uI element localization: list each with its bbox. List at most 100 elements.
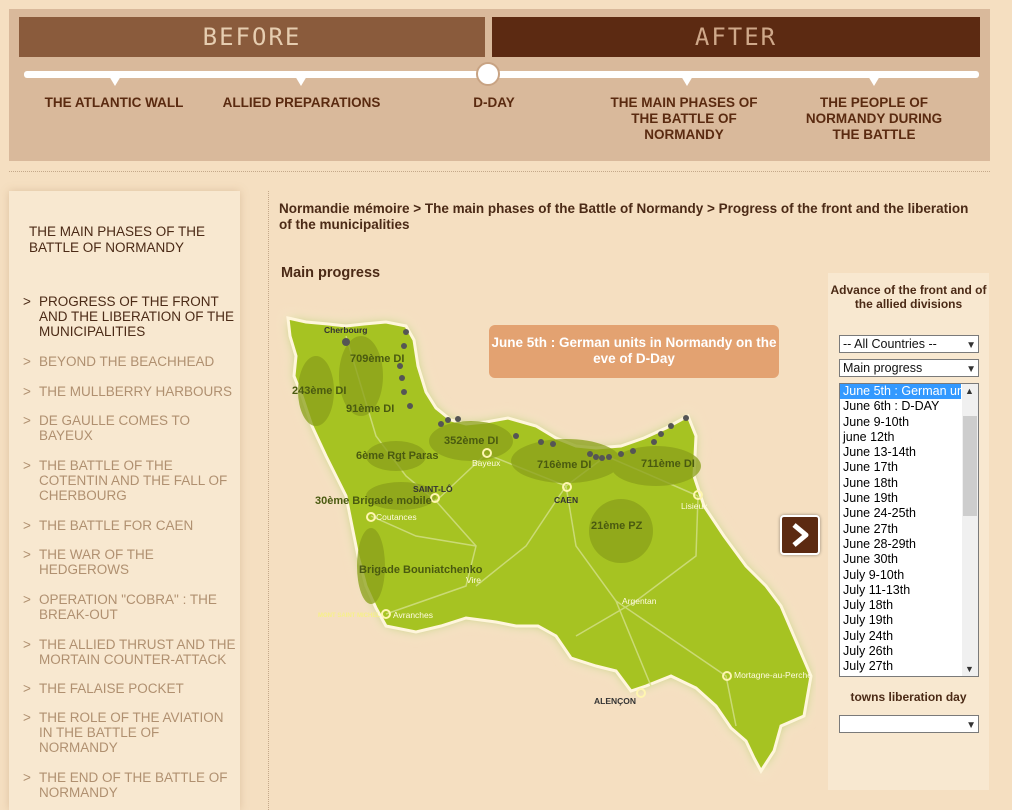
- date-option[interactable]: June 28-29th: [840, 537, 961, 552]
- town-label: Lisieux: [681, 501, 708, 511]
- date-option[interactable]: June 6th : D-DAY: [840, 399, 961, 414]
- panel-title: Advance of the front and of the allied d…: [830, 283, 987, 311]
- breadcrumb[interactable]: Normandie mémoire > The main phases of t…: [279, 201, 969, 233]
- sidebar-item-aviation[interactable]: > THE ROLE OF THE AVIATION IN THE BATTLE …: [23, 710, 237, 755]
- town-label: Mortagne-au-Perche: [734, 670, 812, 680]
- sidebar-item-end-battle[interactable]: > THE END OF THE BATTLE OF NORMANDY: [23, 770, 237, 800]
- chevron-right-icon: >: [23, 592, 31, 607]
- unit-label: 711ème DI: [641, 458, 695, 470]
- sidebar-item-falaise[interactable]: > THE FALAISE POCKET: [23, 681, 237, 696]
- sidebar-item-label: DE GAULLE COMES TO BAYEUX: [39, 413, 191, 443]
- date-option[interactable]: June 19th: [840, 491, 961, 506]
- section-title: Main progress: [281, 265, 381, 281]
- country-select[interactable]: -- All Countries -- ▼: [839, 335, 979, 353]
- date-option[interactable]: July 26th: [840, 644, 961, 659]
- date-option[interactable]: June 9-10th: [840, 415, 961, 430]
- sidebar-item-beyond-beachhead[interactable]: > BEYOND THE BEACHHEAD: [23, 354, 237, 369]
- sidebar-item-de-gaulle[interactable]: > DE GAULLE COMES TO BAYEUX: [23, 413, 237, 443]
- date-option[interactable]: July 19th: [840, 613, 961, 628]
- timeline-item-atlantic-wall[interactable]: THE ATLANTIC WALL: [29, 95, 199, 111]
- timeline-tick: [109, 76, 121, 86]
- sidebar-item-mullberry[interactable]: > THE MULLBERRY HARBOURS: [23, 384, 237, 399]
- vertical-divider: [268, 191, 269, 810]
- chevron-down-icon[interactable]: ▼: [965, 664, 974, 674]
- sidebar-item-label: THE BATTLE OF THE COTENTIN AND THE FALL …: [39, 458, 228, 503]
- sidebar-item-label: THE FALAISE POCKET: [39, 681, 184, 696]
- sidebar-item-caen[interactable]: > THE BATTLE FOR CAEN: [23, 518, 237, 533]
- date-option[interactable]: July 11-13th: [840, 583, 961, 598]
- next-button[interactable]: [780, 515, 820, 555]
- unit-label: 243ème DI: [292, 385, 346, 397]
- timeline-item-people-of-normandy[interactable]: THE PEOPLE OF NORMANDY DURING THE BATTLE: [794, 95, 954, 143]
- date-option[interactable]: june 12th: [840, 430, 961, 445]
- date-option[interactable]: June 5th : German units: [840, 384, 961, 400]
- timeline-item-allied-preparations[interactable]: ALLIED PREPARATIONS: [214, 95, 389, 111]
- towns-select[interactable]: ▼: [839, 715, 979, 733]
- towns-label: towns liberation day: [850, 690, 967, 704]
- sidebar-item-hedgerows[interactable]: > THE WAR OF THE HEDGEROWS: [23, 547, 237, 577]
- town-label: SAINT-LÔ: [413, 483, 453, 494]
- timeline-line: [24, 71, 979, 78]
- country-select-value: -- All Countries --: [843, 337, 937, 351]
- timeline-tick: [868, 76, 880, 86]
- chevron-right-icon: >: [23, 354, 31, 369]
- date-option[interactable]: June 24-25th: [840, 506, 961, 521]
- town-label: Vire: [466, 575, 481, 585]
- chevron-down-icon: ▼: [966, 340, 976, 351]
- sidebar-item-mortain[interactable]: > THE ALLIED THRUST AND THE MORTAIN COUNT…: [23, 637, 237, 667]
- chevron-right-icon: >: [23, 547, 31, 562]
- date-listbox[interactable]: June 5th : German unitsJune 6th : D-DAYJ…: [839, 383, 979, 677]
- town-label: Cherbourg: [324, 325, 367, 335]
- timeline-item-main-phases[interactable]: THE MAIN PHASES OF THE BATTLE OF NORMAND…: [604, 95, 764, 143]
- date-option[interactable]: June 30th: [840, 552, 961, 567]
- town-label: CAEN: [554, 495, 578, 505]
- sidebar-item-progress-front[interactable]: > PROGRESS OF THE FRONT AND THE LIBERATIO…: [23, 294, 237, 339]
- chevron-right-icon: >: [23, 294, 31, 309]
- sidebar-item-label: THE END OF THE BATTLE OF NORMANDY: [39, 770, 228, 800]
- unit-label: 6ème Rgt Paras: [356, 450, 439, 462]
- unit-label: 352ème DI: [444, 435, 498, 447]
- date-option[interactable]: June 13-14th: [840, 445, 961, 460]
- date-option[interactable]: June 27th: [840, 522, 961, 537]
- date-options: June 5th : German unitsJune 6th : D-DAYJ…: [840, 384, 978, 675]
- town-label: Coutances: [376, 512, 417, 522]
- unit-label: 21ème PZ: [591, 520, 643, 532]
- sidebar-item-cotentin[interactable]: > THE BATTLE OF THE COTENTIN AND THE FALL…: [23, 458, 237, 503]
- sidebar-heading[interactable]: THE MAIN PHASES OF THE BATTLE OF NORMAND…: [29, 224, 229, 256]
- sidebar-item-cobra[interactable]: > OPERATION "COBRA" : THE BREAK-OUT: [23, 592, 237, 622]
- sidebar-item-label: THE ROLE OF THE AVIATION IN THE BATTLE O…: [39, 710, 224, 755]
- sidebar: THE MAIN PHASES OF THE BATTLE OF NORMAND…: [9, 191, 240, 810]
- unit-label: 30ème Brigade mobile: [315, 495, 432, 507]
- date-option[interactable]: July 24th: [840, 629, 961, 644]
- town-label: Avranches: [393, 610, 433, 620]
- filter-panel: Advance of the front and of the allied d…: [828, 273, 989, 790]
- unit-label: 91ème DI: [346, 403, 394, 415]
- chevron-down-icon: ▼: [966, 720, 976, 731]
- sidebar-item-label: BEYOND THE BEACHHEAD: [39, 354, 215, 369]
- date-option[interactable]: June 18th: [840, 476, 961, 491]
- unit-label: Brigade Bouniatchenko: [359, 564, 483, 576]
- date-option[interactable]: July 18th: [840, 598, 961, 613]
- chevron-down-icon: ▼: [966, 364, 976, 375]
- tab-before[interactable]: BEFORE: [19, 17, 485, 57]
- timeline-item-d-day[interactable]: D-DAY: [454, 95, 534, 111]
- listbox-scrollbar[interactable]: ▲ ▼: [962, 384, 978, 676]
- timeline-current-knob[interactable]: [476, 62, 500, 86]
- sidebar-item-label: PROGRESS OF THE FRONT AND THE LIBERATION…: [39, 294, 235, 339]
- tab-after[interactable]: AFTER: [492, 17, 980, 57]
- chevron-up-icon[interactable]: ▲: [965, 386, 974, 396]
- timeline-tick: [295, 76, 307, 86]
- chevron-right-icon: >: [23, 458, 31, 473]
- town-label: Bayeux: [472, 458, 501, 468]
- town-label: ALENÇON: [594, 696, 636, 706]
- date-option[interactable]: July 27th: [840, 659, 961, 674]
- date-option[interactable]: July 9-10th: [840, 568, 961, 583]
- date-option[interactable]: June 17th: [840, 460, 961, 475]
- mode-select[interactable]: Main progress ▼: [839, 359, 979, 377]
- sidebar-item-label: THE WAR OF THE HEDGEROWS: [39, 547, 154, 577]
- mode-select-value: Main progress: [843, 361, 923, 375]
- scrollbar-thumb[interactable]: [963, 416, 977, 516]
- timeline-band: BEFORE AFTER THE ATLANTIC WALL ALLIED PR…: [9, 9, 990, 161]
- divider: [9, 171, 990, 172]
- chevron-right-icon: >: [23, 770, 31, 785]
